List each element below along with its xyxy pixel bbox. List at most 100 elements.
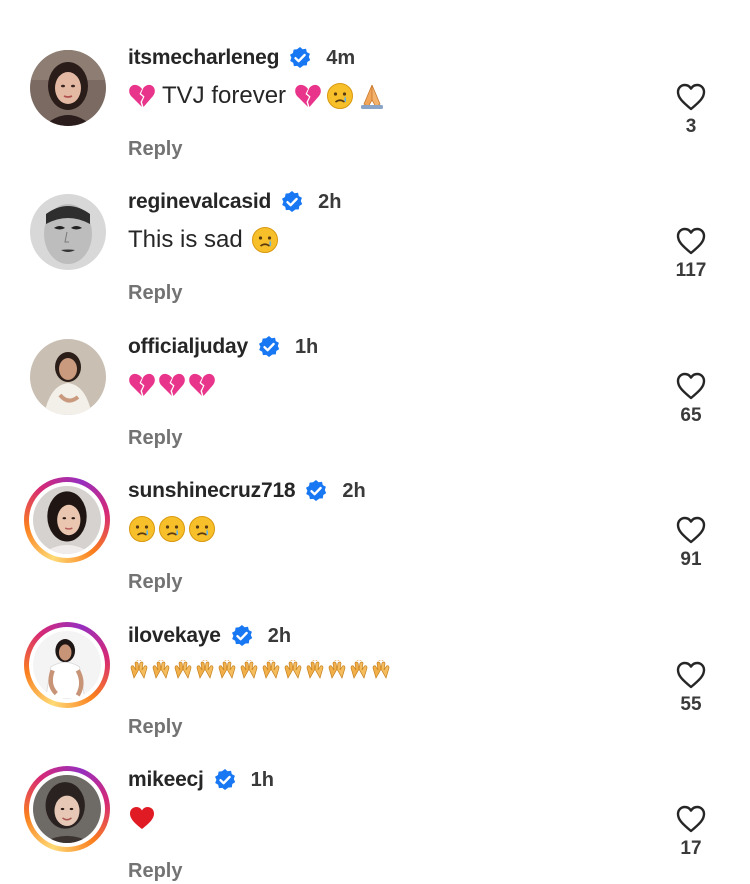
comment-header: sunshinecruz718 2h <box>128 471 366 511</box>
verified-badge-icon <box>258 336 280 357</box>
heart-outline-icon[interactable] <box>675 226 707 256</box>
comment-text <box>128 660 392 680</box>
avatar-image <box>33 775 101 843</box>
reply-button[interactable]: Reply <box>128 138 182 161</box>
crying-face-icon <box>159 516 185 542</box>
comment-header: ilovekaye 2h <box>128 616 291 656</box>
clapping-hands-icon <box>350 660 368 679</box>
verified-badge-icon <box>214 769 235 790</box>
comment-text: This is sad <box>128 226 279 254</box>
clapping-hands-icon <box>196 660 214 679</box>
like-count: 3 <box>685 116 697 137</box>
username[interactable]: ilovekaye <box>128 624 221 648</box>
comment-item: itsmecharleneg 4m TVJ forever Reply 3 <box>0 38 750 182</box>
comment-item: reginevalcasid 2h This is sad Reply 117 <box>0 182 750 326</box>
clapping-hands-icon <box>284 660 302 679</box>
like-count: 91 <box>680 549 702 570</box>
broken-heart-icon <box>295 84 321 107</box>
avatar[interactable] <box>24 622 110 708</box>
comment-time: 2h <box>267 624 292 647</box>
comment-text-body: This is sad <box>128 226 243 253</box>
comment-item: ilovekaye 2h Reply 55 <box>0 616 750 760</box>
like-control: 3 <box>671 82 711 162</box>
clapping-hands-icon <box>262 660 280 679</box>
clapping-hands-icon <box>174 660 192 679</box>
clapping-hands-icon <box>328 660 346 679</box>
comment-time: 4m <box>326 46 356 69</box>
avatar-image <box>30 339 106 415</box>
clapping-hands-icon <box>130 660 148 679</box>
comment-header: mikeecj 1h <box>128 760 274 800</box>
like-control: 91 <box>671 515 711 595</box>
red-heart-icon <box>130 807 154 829</box>
comment-time: 2h <box>318 190 342 213</box>
comment-time: 1h <box>250 768 275 791</box>
comment-text <box>128 515 216 543</box>
username[interactable]: mikeecj <box>128 768 204 792</box>
avatar-image <box>33 486 101 554</box>
heart-outline-icon[interactable] <box>675 804 707 834</box>
folded-hands-icon <box>361 84 384 109</box>
avatar[interactable] <box>30 339 106 415</box>
verified-badge-icon <box>306 480 327 501</box>
clapping-hands-icon <box>240 660 258 679</box>
comment-text <box>128 371 216 399</box>
heart-outline-icon[interactable] <box>675 82 707 112</box>
clapping-hands-icon <box>306 660 324 679</box>
clapping-hands-icon <box>218 660 236 679</box>
comment-text: TVJ forever <box>128 82 386 110</box>
like-count: 117 <box>675 260 707 281</box>
avatar-image <box>33 631 101 699</box>
username[interactable]: sunshinecruz718 <box>128 479 296 503</box>
comment-text <box>128 804 162 832</box>
comments-list: itsmecharleneg 4m TVJ forever Reply 3 re… <box>0 0 750 884</box>
like-control: 117 <box>671 226 711 306</box>
avatar-image <box>30 194 106 270</box>
broken-heart-icon <box>129 84 155 107</box>
like-count: 65 <box>680 405 702 426</box>
comment-header: officialjuday 1h <box>128 327 318 367</box>
clapping-hands-icon <box>152 660 170 679</box>
comment-text-body: TVJ forever <box>162 82 287 109</box>
username[interactable]: officialjuday <box>128 335 248 359</box>
avatar[interactable] <box>30 50 106 126</box>
comment-time: 2h <box>342 479 366 502</box>
comment-item: sunshinecruz718 2h Reply 91 <box>0 471 750 615</box>
username[interactable]: reginevalcasid <box>128 190 271 214</box>
heart-outline-icon[interactable] <box>675 371 707 401</box>
like-control: 55 <box>671 660 711 740</box>
like-control: 65 <box>671 371 711 451</box>
broken-heart-icon <box>189 373 215 396</box>
comment-item: officialjuday 1h Reply 65 <box>0 327 750 471</box>
verified-badge-icon <box>282 191 303 212</box>
reply-button[interactable]: Reply <box>128 571 182 594</box>
heart-outline-icon[interactable] <box>675 515 707 545</box>
clapping-hands-row <box>128 660 392 680</box>
avatar-image <box>30 50 106 126</box>
comment-item: mikeecj 1h Reply 17 <box>0 760 750 884</box>
avatar[interactable] <box>30 194 106 270</box>
broken-heart-icon <box>159 373 185 396</box>
reply-button[interactable]: Reply <box>128 860 182 883</box>
reply-button[interactable]: Reply <box>128 282 182 305</box>
username[interactable]: itsmecharleneg <box>128 46 279 70</box>
crying-face-icon <box>251 227 278 253</box>
comment-header: itsmecharleneg 4m <box>128 38 355 78</box>
crying-face-icon <box>129 516 155 542</box>
like-count: 55 <box>680 694 702 715</box>
verified-badge-icon <box>290 47 311 68</box>
clapping-hands-icon <box>372 660 390 679</box>
crying-face-icon <box>327 83 354 109</box>
reply-button[interactable]: Reply <box>128 427 182 450</box>
comment-header: reginevalcasid 2h <box>128 182 341 222</box>
reply-button[interactable]: Reply <box>128 716 182 739</box>
like-count: 17 <box>680 838 702 859</box>
heart-outline-icon[interactable] <box>675 660 707 690</box>
avatar[interactable] <box>24 766 110 852</box>
avatar[interactable] <box>24 477 110 563</box>
verified-badge-icon <box>231 625 252 646</box>
like-control: 17 <box>671 804 711 884</box>
crying-face-icon <box>189 516 215 542</box>
comment-time: 1h <box>294 335 319 358</box>
broken-heart-icon <box>129 373 155 396</box>
